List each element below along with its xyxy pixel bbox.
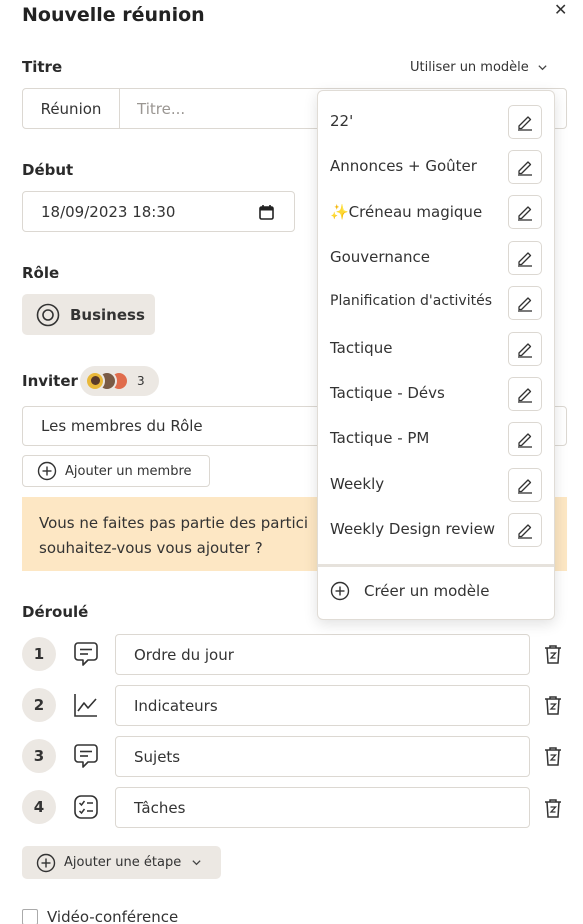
close-icon[interactable]: ✕ — [554, 0, 567, 19]
title-prefix: Réunion — [23, 89, 120, 128]
chat-icon[interactable] — [72, 742, 100, 770]
use-template-label: Utiliser un modèle — [410, 60, 529, 75]
debut-label: Début — [22, 161, 74, 179]
step-input[interactable]: Ordre du jour — [115, 634, 530, 675]
plus-circle-icon — [37, 461, 57, 481]
invitees-avatars[interactable]: 3 — [80, 366, 159, 396]
edit-pencil-icon[interactable] — [508, 468, 542, 502]
template-item[interactable]: Weekly Design review — [330, 520, 495, 538]
template-item[interactable]: 22' — [330, 112, 353, 130]
template-dropdown-menu: 22' Annonces + Goûter ✨Créneau magique G… — [317, 90, 555, 620]
trash-icon[interactable] — [542, 643, 564, 665]
edit-pencil-icon[interactable] — [508, 332, 542, 366]
template-item[interactable]: Planification d'activités — [330, 293, 492, 309]
template-item[interactable]: Weekly — [330, 475, 384, 493]
add-member-label: Ajouter un membre — [65, 463, 192, 479]
plus-circle-icon — [36, 853, 56, 872]
edit-pencil-icon[interactable] — [508, 105, 542, 139]
step-input[interactable]: Tâches — [115, 787, 530, 828]
edit-pencil-icon[interactable] — [508, 286, 542, 320]
add-step-label: Ajouter une étape — [64, 855, 182, 870]
chevron-down-icon — [538, 65, 547, 71]
plus-circle-icon — [330, 581, 350, 601]
start-datetime-value: 18/09/2023 18:30 — [41, 202, 176, 221]
video-conference-checkbox[interactable] — [22, 909, 38, 924]
edit-pencil-icon[interactable] — [508, 377, 542, 411]
step-input[interactable]: Indicateurs — [115, 685, 530, 726]
role-circle-icon — [36, 303, 60, 326]
video-conference-label: Vidéo-conférence — [47, 908, 179, 924]
chevron-down-icon — [192, 860, 201, 866]
use-template-dropdown[interactable]: Utiliser un modèle — [410, 60, 548, 75]
start-datetime-input[interactable]: 18/09/2023 18:30 — [22, 191, 295, 232]
edit-pencil-icon[interactable] — [508, 241, 542, 275]
invite-select-value: Les membres du Rôle — [41, 417, 203, 435]
dropdown-divider — [318, 564, 554, 567]
template-item[interactable]: Annonces + Goûter — [330, 157, 477, 175]
role-chip[interactable]: Business — [22, 294, 155, 335]
edit-pencil-icon[interactable] — [508, 422, 542, 456]
deroule-label: Déroulé — [22, 603, 89, 621]
step-number: 2 — [22, 688, 56, 722]
edit-pencil-icon[interactable] — [508, 150, 542, 184]
step-value: Ordre du jour — [134, 645, 234, 664]
role-label: Rôle — [22, 264, 60, 282]
titre-label: Titre — [22, 58, 63, 76]
edit-pencil-icon[interactable] — [508, 513, 542, 547]
chat-icon[interactable] — [72, 640, 100, 668]
step-number: 3 — [22, 739, 56, 773]
template-item[interactable]: ✨Créneau magique — [330, 203, 482, 221]
chart-line-icon[interactable] — [72, 691, 100, 719]
step-value: Indicateurs — [134, 696, 218, 715]
template-item[interactable]: Gouvernance — [330, 248, 430, 266]
step-input[interactable]: Sujets — [115, 736, 530, 777]
edit-pencil-icon[interactable] — [508, 195, 542, 229]
role-chip-label: Business — [70, 305, 145, 324]
step-value: Sujets — [134, 747, 181, 766]
step-number: 4 — [22, 790, 56, 824]
calendar-icon[interactable] — [259, 204, 274, 220]
trash-icon[interactable] — [542, 694, 564, 716]
create-template-button[interactable]: Créer un modèle — [330, 581, 489, 601]
trash-icon[interactable] — [542, 745, 564, 767]
create-template-label: Créer un modèle — [364, 582, 490, 600]
step-number: 1 — [22, 637, 56, 671]
template-item[interactable]: Tactique - Dévs — [330, 384, 445, 402]
page-title: Nouvelle réunion — [22, 4, 205, 26]
template-item[interactable]: Tactique - PM — [330, 429, 429, 447]
add-step-button[interactable]: Ajouter une étape — [22, 846, 221, 879]
invitees-count: 3 — [137, 374, 145, 388]
trash-icon[interactable] — [542, 797, 564, 819]
inviter-label: Inviter — [22, 372, 78, 390]
template-item[interactable]: Tactique — [330, 339, 392, 357]
avatar — [85, 371, 105, 391]
add-member-button[interactable]: Ajouter un membre — [22, 455, 210, 487]
video-conference-option[interactable]: Vidéo-conférence — [22, 908, 178, 924]
checklist-icon[interactable] — [72, 793, 100, 821]
step-value: Tâches — [134, 798, 186, 817]
